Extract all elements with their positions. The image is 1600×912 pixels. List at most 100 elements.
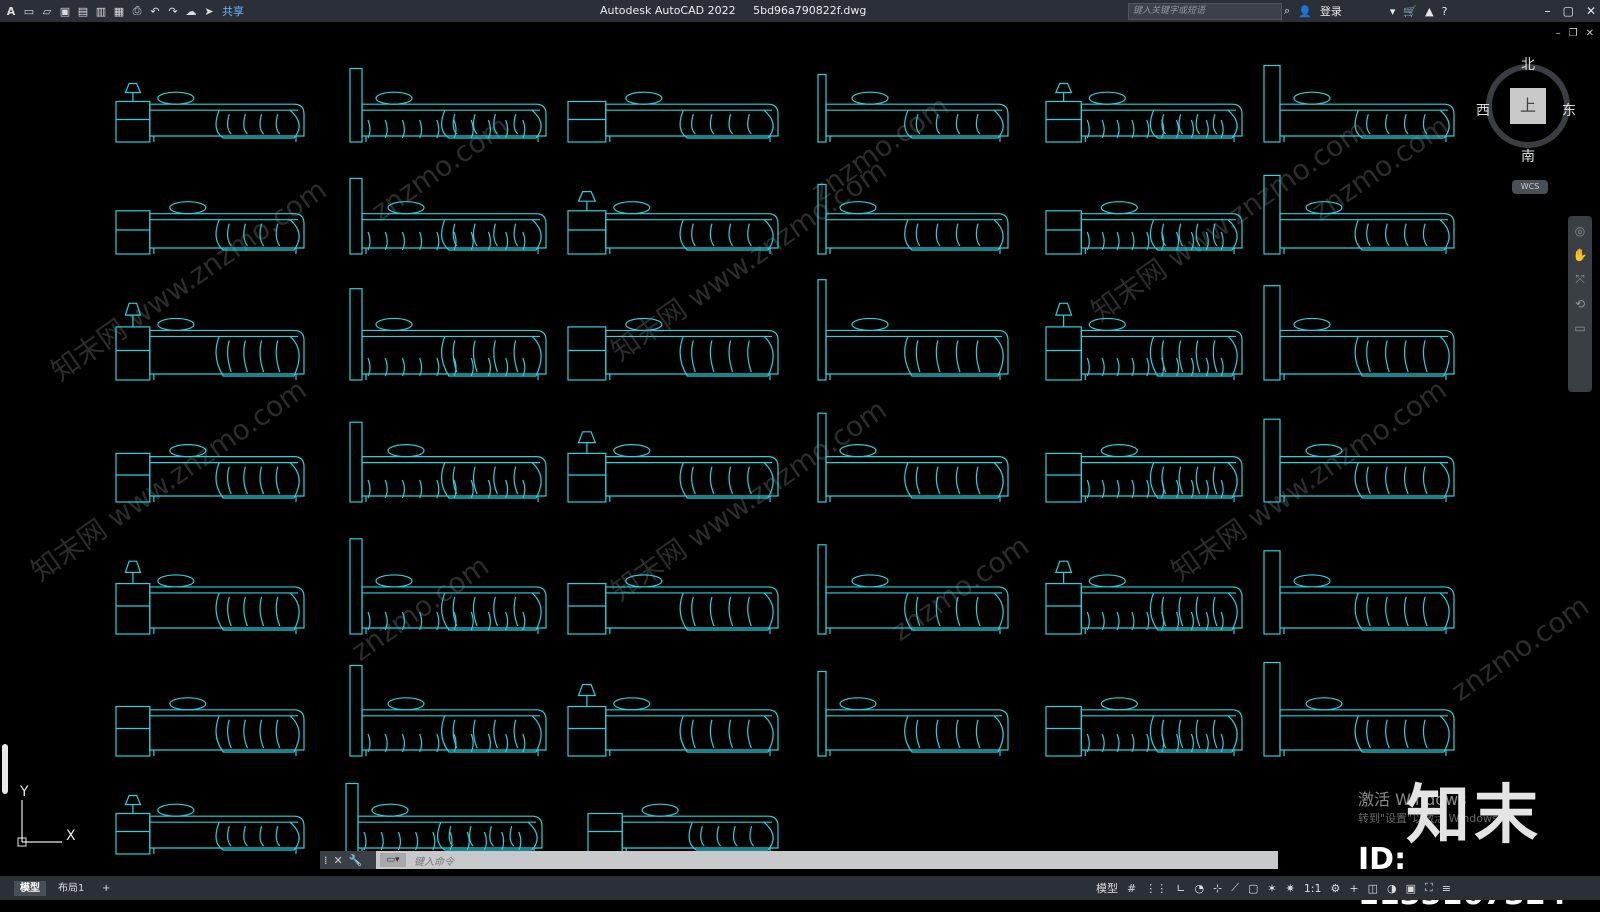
print-icon[interactable]: ⎙: [130, 4, 144, 18]
annotation-visibility-icon[interactable]: ✶: [1267, 882, 1276, 895]
bed-elevation: [1045, 82, 1243, 143]
workspace-icon[interactable]: ☁: [184, 4, 198, 18]
dropdown-icon[interactable]: ▾: [1390, 5, 1396, 18]
plot-icon[interactable]: ▥: [94, 4, 108, 18]
viewcube[interactable]: 上 北 南 东 西: [1476, 57, 1576, 165]
tab-add[interactable]: +: [96, 881, 116, 896]
compass-north[interactable]: 北: [1521, 54, 1535, 74]
title-bar: A ▭ ▱ ▣ ▤ ▥ ▦ ⎙ ↶ ↷ ☁ ➤ 共享 Autodesk Auto…: [0, 0, 1600, 22]
autocad-logo-icon[interactable]: A: [4, 4, 18, 18]
navigation-bar: ◎ ✋ ⤧ ⟲ ▭: [1568, 216, 1592, 392]
close-icon[interactable]: ✕: [1586, 4, 1596, 18]
command-history-icon[interactable]: ▭▾: [380, 853, 406, 867]
search-input[interactable]: 键入关键字或短语: [1128, 3, 1282, 20]
bed-elevation: [1045, 302, 1243, 381]
share-button[interactable]: 共享: [222, 3, 244, 19]
bed-elevation: [587, 803, 779, 855]
polar-icon[interactable]: ◔: [1194, 882, 1204, 895]
bed-elevation: [349, 288, 547, 381]
clean-screen-icon[interactable]: ⛶: [1425, 881, 1433, 895]
save-icon[interactable]: ▣: [58, 4, 72, 18]
compass-south[interactable]: 南: [1521, 146, 1535, 166]
maximize-icon[interactable]: ▢: [1563, 4, 1574, 18]
pan-icon[interactable]: ✋: [1573, 248, 1588, 262]
site-watermark: 知末网 www.znzmo.com: [25, 373, 312, 588]
command-line-controls: ⁞ ✕ 🔧: [320, 851, 376, 869]
bed-elevation: [1263, 285, 1455, 381]
publish-icon[interactable]: ▦: [112, 4, 126, 18]
redo-icon[interactable]: ↷: [166, 4, 180, 18]
bed-elevation: [349, 664, 547, 757]
model-space-toggle[interactable]: 模型: [1096, 880, 1118, 896]
bed-elevation: [345, 782, 543, 855]
customize-icon[interactable]: 🔧: [349, 854, 363, 867]
new-icon[interactable]: ▭: [22, 4, 36, 18]
share-icon[interactable]: ➤: [202, 4, 216, 18]
status-bar: 模型 布局1 + 模型 # ⋮⋮ ∟ ◔ ⊹ ⟋ ▢ ✶ ✷ 1:1 ⚙ + ◫…: [0, 876, 1600, 900]
window-title: Autodesk AutoCAD 2022 5bd96a790822f.dwg: [600, 4, 880, 17]
bed-elevation: [349, 67, 547, 143]
ucs-y-label: Y: [20, 784, 29, 800]
open-icon[interactable]: ▱: [40, 4, 54, 18]
isodraft-icon[interactable]: ⟋: [1231, 881, 1239, 895]
snap-icon[interactable]: ⋮⋮: [1145, 882, 1167, 895]
plus-icon[interactable]: +: [1349, 882, 1358, 895]
wcs-menu[interactable]: WCS: [1512, 180, 1548, 194]
bed-elevation: [115, 794, 305, 855]
bed-drawings: 知末网 www.znzmo.comznzmo.com 知末网 www.znzmo.…: [25, 64, 1595, 855]
steering-wheel-icon[interactable]: ◎: [1575, 224, 1585, 238]
orbit-icon[interactable]: ⟲: [1575, 297, 1585, 311]
viewcube-top-face[interactable]: 上: [1510, 88, 1546, 124]
bed-elevation: [1045, 444, 1243, 503]
ucs-x-label: X: [66, 828, 76, 844]
bed-elevation: [349, 421, 547, 503]
compass-west[interactable]: 西: [1476, 100, 1490, 120]
command-input[interactable]: 键入命令: [414, 853, 454, 868]
isolate-icon[interactable]: ◑: [1387, 882, 1397, 895]
login-button[interactable]: 登录: [1320, 3, 1342, 19]
customize-status-icon[interactable]: ≡: [1442, 882, 1451, 895]
bed-elevation: [567, 91, 779, 143]
ortho-icon[interactable]: ∟: [1176, 882, 1185, 895]
site-watermark: znzmo.com: [805, 89, 955, 208]
osnap-icon[interactable]: ⊹: [1213, 882, 1222, 895]
file-name: 5bd96a790822f.dwg: [753, 4, 867, 17]
command-line[interactable]: ⁞ ✕ 🔧 ▭▾ 键入命令: [320, 851, 1278, 869]
tab-layout1[interactable]: 布局1: [52, 881, 90, 896]
showmotion-icon[interactable]: ▭: [1574, 321, 1585, 335]
units-icon[interactable]: ◫: [1368, 882, 1378, 895]
bed-elevation: [1263, 661, 1455, 757]
bed-elevation: [115, 560, 305, 635]
annotation-scale[interactable]: 1:1: [1304, 882, 1322, 895]
cart-icon[interactable]: 🛒: [1403, 5, 1417, 18]
bed-elevation: [115, 697, 305, 757]
drawing-canvas[interactable]: 知末网 www.znzmo.com znzmo.com 知末网 www.znzmo.…: [0, 22, 1600, 876]
scroll-handle[interactable]: [2, 744, 8, 794]
auto-scale-icon[interactable]: ✷: [1286, 882, 1295, 895]
tab-model[interactable]: 模型: [14, 881, 46, 896]
workspace-gear-icon[interactable]: ⚙: [1331, 882, 1341, 895]
user-icon[interactable]: 👤: [1298, 5, 1312, 18]
selection-cycling-icon[interactable]: ▢: [1248, 882, 1258, 895]
bed-elevation: [1045, 697, 1243, 757]
search-icon[interactable]: ⌕: [1284, 4, 1290, 18]
hardware-accel-icon[interactable]: ▣: [1406, 882, 1416, 895]
zoom-icon[interactable]: ⤧: [1575, 272, 1585, 287]
bed-elevation: [1263, 550, 1455, 635]
close-command-icon[interactable]: ✕: [334, 854, 343, 867]
undo-icon[interactable]: ↶: [148, 4, 162, 18]
compass-east[interactable]: 东: [1562, 100, 1576, 120]
ucs-icon: Y X: [14, 784, 84, 850]
status-tools: 模型 # ⋮⋮ ∟ ◔ ⊹ ⟋ ▢ ✶ ✷ 1:1 ⚙ + ◫ ◑ ▣ ⛶ ≡: [1096, 880, 1451, 896]
grip-icon[interactable]: ⁞: [324, 854, 328, 867]
help-icon[interactable]: ?: [1442, 5, 1448, 18]
bed-elevation: [817, 670, 1009, 757]
minimize-icon[interactable]: –: [1545, 4, 1551, 18]
grid-icon[interactable]: #: [1127, 882, 1136, 895]
bed-elevation: [567, 683, 779, 757]
window-controls: – ▢ ✕: [1545, 0, 1596, 22]
saveas-icon[interactable]: ▤: [76, 4, 90, 18]
app-name: Autodesk AutoCAD 2022: [600, 4, 736, 17]
a360-icon[interactable]: ▲: [1425, 5, 1433, 18]
site-watermark: znzmo.com: [345, 549, 495, 668]
